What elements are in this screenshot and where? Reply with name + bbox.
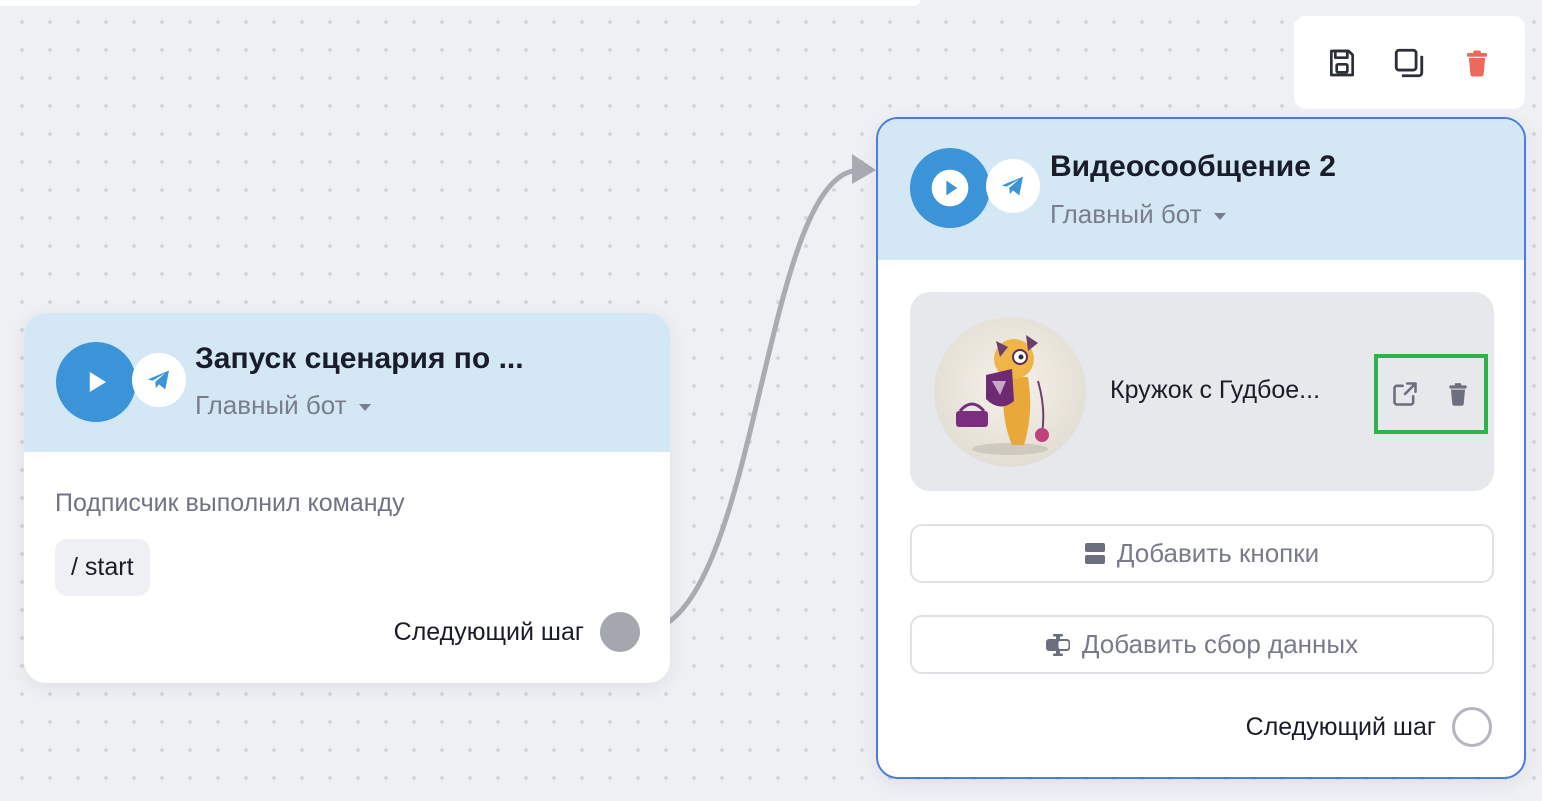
output-port[interactable] [1452,707,1492,747]
chevron-down-icon [1213,213,1226,220]
trigger-description: Подписчик выполнил команду [55,489,405,517]
next-step-label: Следующий шаг [393,617,584,646]
video-message-node[interactable]: Видеосообщение 2 Главный бот Кружок с Гу… [876,117,1526,779]
external-link-icon [1392,382,1417,406]
connection-arrow-icon [852,154,876,184]
add-data-collection-button[interactable]: Добавить сбор данных [910,615,1494,674]
telegram-icon [986,159,1040,213]
start-scenario-node[interactable]: Запуск сценария по ... Главный бот Подпи… [24,313,670,683]
open-media-button[interactable] [1387,376,1423,412]
buttons-icon [1084,542,1105,564]
add-buttons-button[interactable]: Добавить кнопки [910,524,1494,583]
bot-select-dropdown[interactable]: Главный бот [195,390,371,421]
trash-icon [1448,383,1467,406]
add-data-label: Добавить сбор данных [1081,629,1359,659]
output-port[interactable] [600,612,640,652]
media-actions-highlight [1374,354,1488,434]
node-toolbar [1294,16,1525,109]
play-icon [910,148,990,228]
media-file-name: Кружок с Гудбое... [1110,376,1321,404]
chevron-down-icon [358,404,371,411]
duplicate-button[interactable] [1387,41,1431,85]
next-step-output: Следующий шаг [394,612,640,652]
top-panel-edge [0,0,920,6]
copy-icon [1395,48,1424,77]
next-step-label: Следующий шаг [1245,712,1436,741]
video-media-item: Кружок с Гудбое... [910,292,1494,491]
delete-media-button[interactable] [1440,376,1476,412]
bot-select-label: Главный бот [1050,199,1202,229]
node-title: Запуск сценария по ... [195,342,524,375]
bot-select-dropdown[interactable]: Главный бот [1050,199,1226,230]
telegram-icon [132,353,186,407]
add-buttons-label: Добавить кнопки [1116,538,1320,568]
text-cursor-icon [1045,633,1070,656]
command-chip[interactable]: / start [55,539,150,596]
next-step-output: Следующий шаг [1246,707,1492,747]
node-title: Видеосообщение 2 [1050,150,1336,183]
video-thumbnail[interactable] [934,317,1086,467]
node-header: Видеосообщение 2 Главный бот [878,119,1524,260]
save-icon [1329,49,1354,76]
node-header: Запуск сценария по ... Главный бот [24,313,670,452]
bot-select-label: Главный бот [195,390,347,420]
trash-icon [1467,50,1488,77]
delete-node-button[interactable] [1455,41,1499,85]
play-icon [56,342,136,422]
save-button[interactable] [1320,41,1364,85]
